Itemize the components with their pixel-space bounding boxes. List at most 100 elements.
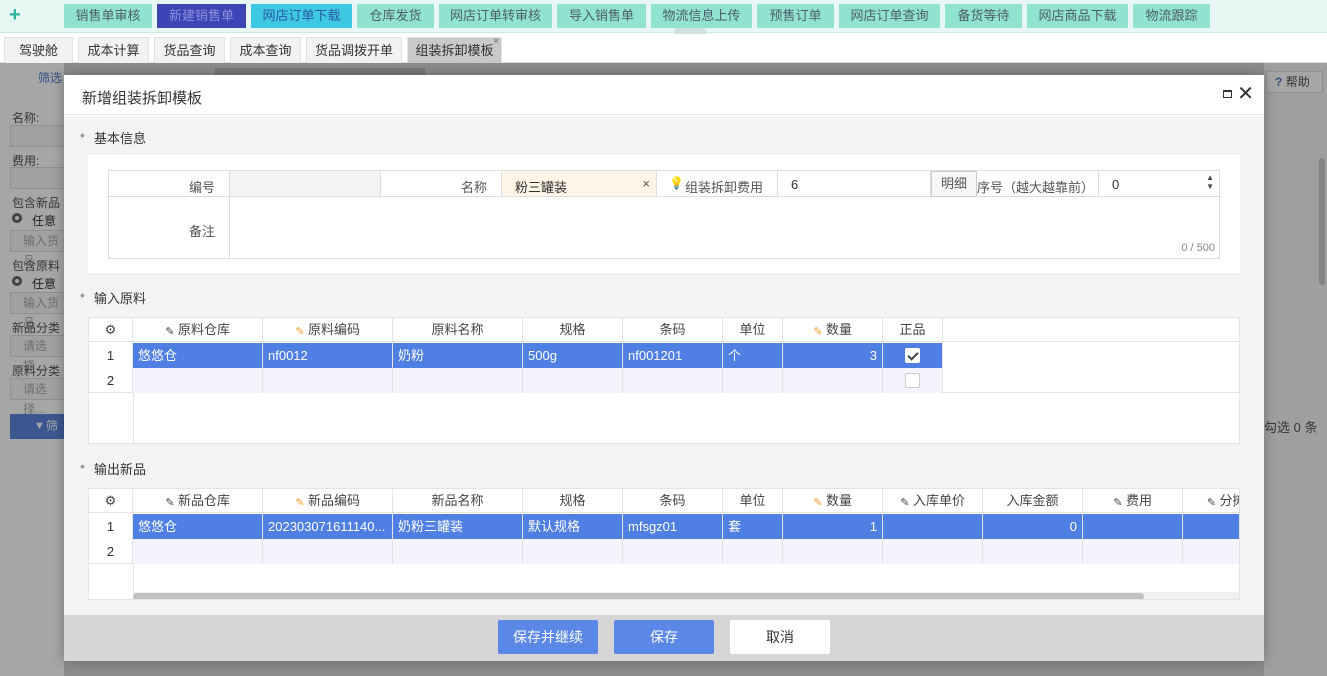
topnav-sales-review[interactable]: 销售单审核: [64, 4, 152, 28]
cell-barcode[interactable]: [623, 368, 723, 393]
genuine-checkbox-checked[interactable]: [905, 348, 920, 363]
cell-ratio[interactable]: [1183, 539, 1239, 564]
topnav-import-sales[interactable]: 导入销售单: [557, 4, 646, 28]
topnav-shop-order-review[interactable]: 网店订单转审核: [439, 4, 552, 28]
cell-name[interactable]: [393, 539, 523, 564]
remark-textarea[interactable]: 0 / 500: [230, 197, 1220, 258]
cell-fee[interactable]: [1083, 514, 1183, 539]
cell-warehouse[interactable]: [133, 368, 263, 393]
col-spec[interactable]: 规格: [523, 318, 623, 342]
fee-input[interactable]: 6: [778, 171, 931, 197]
cell-name[interactable]: [393, 368, 523, 393]
clear-icon[interactable]: ×: [642, 176, 650, 191]
col-new-name[interactable]: 新品名称: [393, 489, 523, 513]
grid-settings-icon[interactable]: ⚙: [89, 489, 133, 513]
col-raw-warehouse[interactable]: ✎ 原料仓库: [133, 318, 263, 342]
tab-transfer-order[interactable]: 货品调拨开单: [306, 37, 402, 63]
topnav-shop-goods-download[interactable]: 网店商品下载: [1027, 4, 1128, 28]
cell-genuine[interactable]: [883, 368, 943, 393]
col-in-price[interactable]: ✎ 入库单价: [883, 489, 983, 513]
cell-name[interactable]: 奶粉: [393, 343, 523, 368]
cell-spec[interactable]: 默认规格: [523, 514, 623, 539]
name-input[interactable]: 粉三罐装 ×: [502, 171, 657, 197]
cell-spec[interactable]: 500g: [523, 343, 623, 368]
col-barcode[interactable]: 条码: [623, 489, 723, 513]
cell-code[interactable]: nf0012: [263, 343, 393, 368]
cell-warehouse[interactable]: [133, 539, 263, 564]
col-new-code[interactable]: ✎ 新品编码: [263, 489, 393, 513]
order-input[interactable]: 0 ▲ ▼: [1099, 171, 1220, 197]
cell-spec[interactable]: [523, 539, 623, 564]
tab-goods-query[interactable]: 货品查询: [154, 37, 225, 63]
topnav-shop-order-download[interactable]: 网店订单下载: [251, 4, 352, 28]
cell-unit[interactable]: 套: [723, 514, 783, 539]
topnav-logistics-upload[interactable]: 物流信息上传: [651, 4, 752, 28]
cell-qty[interactable]: [783, 539, 883, 564]
cell-genuine[interactable]: [883, 343, 943, 368]
col-qty[interactable]: ✎ 数量: [783, 489, 883, 513]
code-input[interactable]: [230, 171, 381, 197]
topnav-shop-order-query[interactable]: 网店订单查询: [839, 4, 940, 28]
cell-in-price[interactable]: [883, 539, 983, 564]
cell-qty[interactable]: 3: [783, 343, 883, 368]
topnav-logistics-track[interactable]: 物流跟踪: [1133, 4, 1210, 28]
cancel-button[interactable]: 取消: [730, 620, 830, 654]
col-genuine[interactable]: 正品: [883, 318, 943, 342]
cell-code[interactable]: 202303071611140...: [263, 514, 393, 539]
cell-code[interactable]: [263, 368, 393, 393]
cell-warehouse[interactable]: 悠悠仓: [133, 514, 263, 539]
spinner-icon[interactable]: ▲ ▼: [1206, 173, 1214, 191]
col-spec[interactable]: 规格: [523, 489, 623, 513]
cell-barcode[interactable]: mfsgz01: [623, 514, 723, 539]
maximize-icon[interactable]: [1223, 90, 1232, 98]
topnav-warehouse-ship[interactable]: 仓库发货: [357, 4, 434, 28]
cell-barcode[interactable]: [623, 539, 723, 564]
cell-unit[interactable]: [723, 539, 783, 564]
tab-close-icon[interactable]: ×: [493, 29, 499, 55]
col-ratio[interactable]: ✎分摊比: [1183, 489, 1239, 513]
col-new-warehouse[interactable]: ✎ 新品仓库: [133, 489, 263, 513]
genuine-checkbox[interactable]: [905, 373, 920, 388]
horizontal-scrollbar[interactable]: [133, 592, 1239, 599]
cell-barcode[interactable]: nf001201: [623, 343, 723, 368]
scrollbar-thumb[interactable]: [133, 593, 1144, 599]
topnav-new-sales-order[interactable]: 新建销售单: [157, 4, 246, 28]
cell-ratio[interactable]: [1183, 514, 1239, 539]
tab-cost-calc[interactable]: 成本计算: [78, 37, 149, 63]
save-button[interactable]: 保存: [614, 620, 714, 654]
cell-qty[interactable]: [783, 368, 883, 393]
cell-name[interactable]: 奶粉三罐装: [393, 514, 523, 539]
col-in-amount[interactable]: 入库金额: [983, 489, 1083, 513]
table-row[interactable]: 2: [89, 539, 1239, 564]
col-raw-name[interactable]: 原料名称: [393, 318, 523, 342]
topnav-stock-waiting[interactable]: 备货等待: [945, 4, 1022, 28]
col-barcode[interactable]: 条码: [623, 318, 723, 342]
col-fee[interactable]: ✎ 费用: [1083, 489, 1183, 513]
col-qty[interactable]: ✎ 数量: [783, 318, 883, 342]
close-icon[interactable]: ✕: [1237, 82, 1254, 106]
cell-in-amount[interactable]: 0: [983, 514, 1083, 539]
col-raw-code[interactable]: ✎ 原料编码: [263, 318, 393, 342]
table-row[interactable]: 1 悠悠仓 202303071611140... 奶粉三罐装 默认规格 mfsg…: [89, 514, 1239, 539]
cell-qty[interactable]: 1: [783, 514, 883, 539]
grid-settings-icon[interactable]: ⚙: [89, 318, 133, 342]
cell-in-price[interactable]: [883, 514, 983, 539]
topnav-presale-order[interactable]: 预售订单: [757, 4, 834, 28]
cell-unit[interactable]: [723, 368, 783, 393]
table-row[interactable]: 1 悠悠仓 nf0012 奶粉 500g nf001201 个 3: [89, 343, 1239, 368]
add-icon[interactable]: +: [9, 4, 21, 26]
cell-unit[interactable]: 个: [723, 343, 783, 368]
cell-fee[interactable]: [1083, 539, 1183, 564]
tab-cockpit[interactable]: 驾驶舱: [4, 37, 73, 63]
col-unit[interactable]: 单位: [723, 489, 783, 513]
cell-spec[interactable]: [523, 368, 623, 393]
cell-code[interactable]: [263, 539, 393, 564]
cell-warehouse[interactable]: 悠悠仓: [133, 343, 263, 368]
save-continue-button[interactable]: 保存并继续: [498, 620, 598, 654]
col-unit[interactable]: 单位: [723, 318, 783, 342]
detail-button[interactable]: 明细: [931, 171, 977, 197]
cell-in-amount[interactable]: [983, 539, 1083, 564]
tab-assembly-template[interactable]: 组装拆卸模板 ×: [407, 36, 502, 63]
tab-cost-query[interactable]: 成本查询: [230, 37, 301, 63]
table-row[interactable]: 2: [89, 368, 1239, 393]
